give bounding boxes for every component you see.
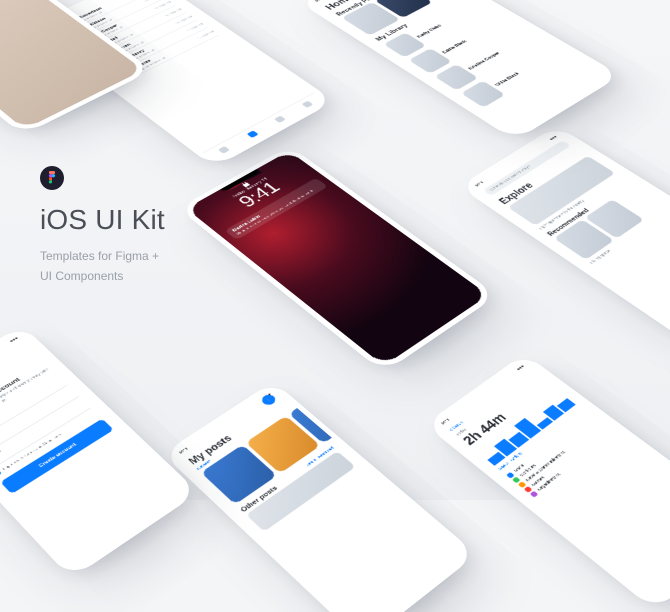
page-title: Home xyxy=(314,0,424,15)
legend-item: Workouts xyxy=(512,418,598,484)
mockup-home: 9:41●●● Home Recently Played My Library … xyxy=(298,0,621,140)
mockup-explore: 9:41●●● What do you want to stay? Explor… xyxy=(459,126,670,346)
legend-item: Social xyxy=(506,413,592,478)
add-post-button[interactable]: + xyxy=(259,393,278,407)
lock-notification[interactable]: Marina Lubin Send me a message when we c… xyxy=(225,178,328,240)
figma-logo-icon xyxy=(40,166,64,190)
legend-item: Organizations xyxy=(530,431,616,498)
mockup-interior xyxy=(0,0,152,135)
chevron-left-icon: ‹ xyxy=(449,428,455,432)
mockup-stats: 9:41●●● ‹Back Today 2h 44m See All Activ… xyxy=(425,353,670,611)
search-input[interactable]: What do you want to stay? xyxy=(483,140,571,196)
marketing-copy: iOS UI Kit Templates for Figma + UI Comp… xyxy=(40,166,165,287)
tab-bar[interactable] xyxy=(203,92,326,161)
mockup-lock-screen: Friday, January 24 9:41 Marina Lubin Sen… xyxy=(178,146,498,373)
hero-subtitle: Templates for Figma + UI Components xyxy=(40,246,165,287)
back-button[interactable]: ‹Back xyxy=(441,365,541,438)
mockup-posts: 9:41●●● + My posts Newest Other posts Se… xyxy=(162,381,477,612)
see-all-link[interactable]: See All xyxy=(450,0,470,1)
mockup-signup: 9:41●●● Create account Enter your person… xyxy=(0,325,199,578)
screen-time-value: 2h 44m xyxy=(455,375,559,452)
terms-checkbox[interactable] xyxy=(0,469,2,477)
legend-item: Games xyxy=(524,426,610,492)
legend-item: News & Communications xyxy=(518,422,604,488)
name-field[interactable] xyxy=(0,380,67,446)
hero-title: iOS UI Kit xyxy=(40,204,165,236)
